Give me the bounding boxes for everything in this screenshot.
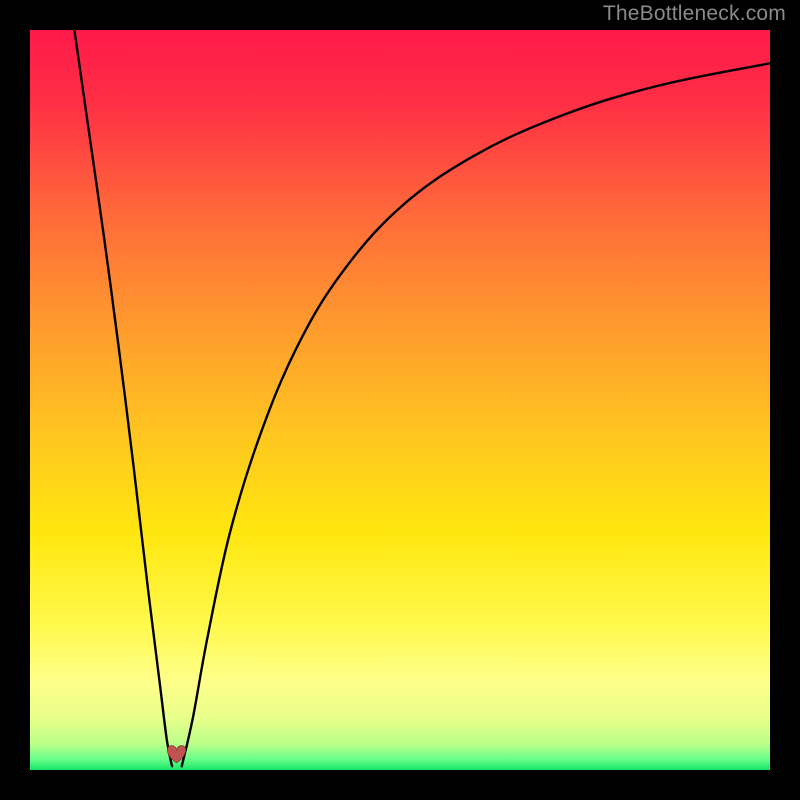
chart-background: [30, 30, 770, 770]
bottleneck-chart: [30, 30, 770, 770]
chart-frame: [30, 30, 770, 770]
watermark-label: TheBottleneck.com: [603, 2, 786, 26]
